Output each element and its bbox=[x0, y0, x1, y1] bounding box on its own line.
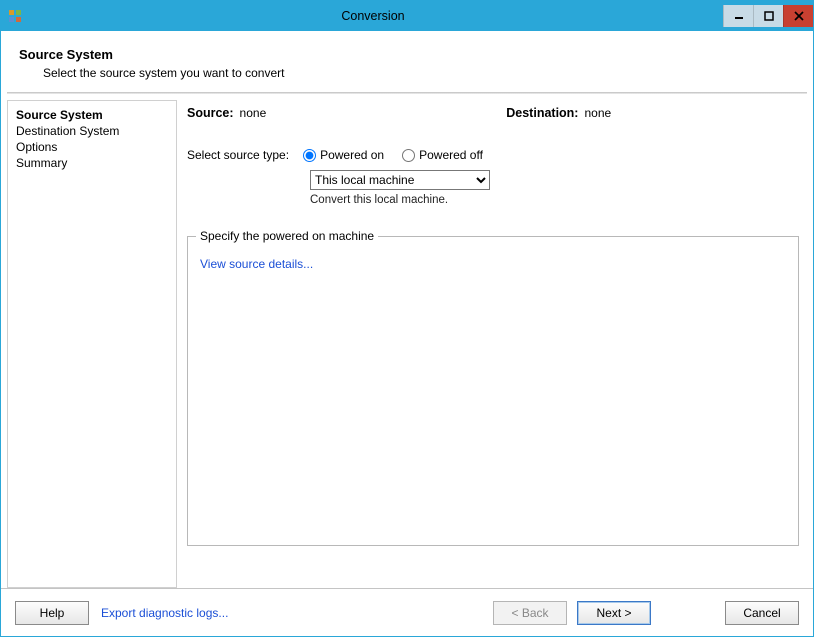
app-icon bbox=[7, 8, 23, 24]
maximize-button[interactable] bbox=[753, 5, 783, 27]
source-group: Source: none bbox=[187, 106, 266, 120]
wizard-main-panel: Source: none Destination: none Select so… bbox=[183, 100, 807, 588]
sidebar-item-options[interactable]: Options bbox=[16, 139, 168, 155]
view-source-details-link[interactable]: View source details... bbox=[200, 257, 313, 271]
sidebar-item-summary[interactable]: Summary bbox=[16, 155, 168, 171]
source-machine-dropdown-row: This local machine bbox=[310, 170, 799, 190]
radio-powered-off-label: Powered off bbox=[419, 148, 483, 162]
source-destination-row: Source: none Destination: none bbox=[187, 106, 799, 120]
wizard-footer: Help Export diagnostic logs... < Back Ne… bbox=[1, 588, 813, 636]
help-button[interactable]: Help bbox=[15, 601, 89, 625]
specify-machine-fieldset: Specify the powered on machine View sour… bbox=[187, 236, 799, 546]
radio-powered-on[interactable]: Powered on bbox=[303, 148, 384, 162]
wizard-header: Source System Select the source system y… bbox=[1, 31, 813, 92]
radio-powered-off[interactable]: Powered off bbox=[402, 148, 483, 162]
source-machine-dropdown[interactable]: This local machine bbox=[310, 170, 490, 190]
window-controls bbox=[723, 5, 813, 27]
wizard-body: Source System Destination System Options… bbox=[1, 94, 813, 588]
source-type-radio-group: Powered on Powered off bbox=[303, 148, 483, 162]
back-button: < Back bbox=[493, 601, 567, 625]
radio-powered-on-label: Powered on bbox=[320, 148, 384, 162]
sidebar-item-source-system[interactable]: Source System bbox=[16, 107, 168, 123]
radio-powered-on-input[interactable] bbox=[303, 149, 316, 162]
source-label: Source: bbox=[187, 106, 234, 120]
radio-powered-off-input[interactable] bbox=[402, 149, 415, 162]
wizard-steps-sidebar: Source System Destination System Options… bbox=[7, 100, 177, 588]
cancel-button[interactable]: Cancel bbox=[725, 601, 799, 625]
sidebar-item-destination-system[interactable]: Destination System bbox=[16, 123, 168, 139]
destination-label: Destination: bbox=[506, 106, 578, 120]
next-button[interactable]: Next > bbox=[577, 601, 651, 625]
select-source-type-label: Select source type: bbox=[187, 148, 289, 162]
export-diagnostic-logs-link[interactable]: Export diagnostic logs... bbox=[101, 606, 228, 620]
page-subtitle: Select the source system you want to con… bbox=[43, 66, 795, 80]
helper-text: Convert this local machine. bbox=[310, 194, 799, 206]
fieldset-legend: Specify the powered on machine bbox=[196, 229, 378, 243]
footer-left: Help Export diagnostic logs... bbox=[15, 601, 228, 625]
window-title: Conversion bbox=[23, 9, 723, 23]
select-source-type-row: Select source type: Powered on Powered o… bbox=[187, 148, 799, 162]
destination-value: none bbox=[584, 106, 611, 120]
page-title: Source System bbox=[19, 47, 795, 62]
source-value: none bbox=[240, 106, 267, 120]
titlebar: Conversion bbox=[1, 1, 813, 31]
destination-group: Destination: none bbox=[506, 106, 611, 120]
minimize-button[interactable] bbox=[723, 5, 753, 27]
conversion-wizard-window: Conversion Source System Select the sour… bbox=[0, 0, 814, 637]
close-button[interactable] bbox=[783, 5, 813, 27]
